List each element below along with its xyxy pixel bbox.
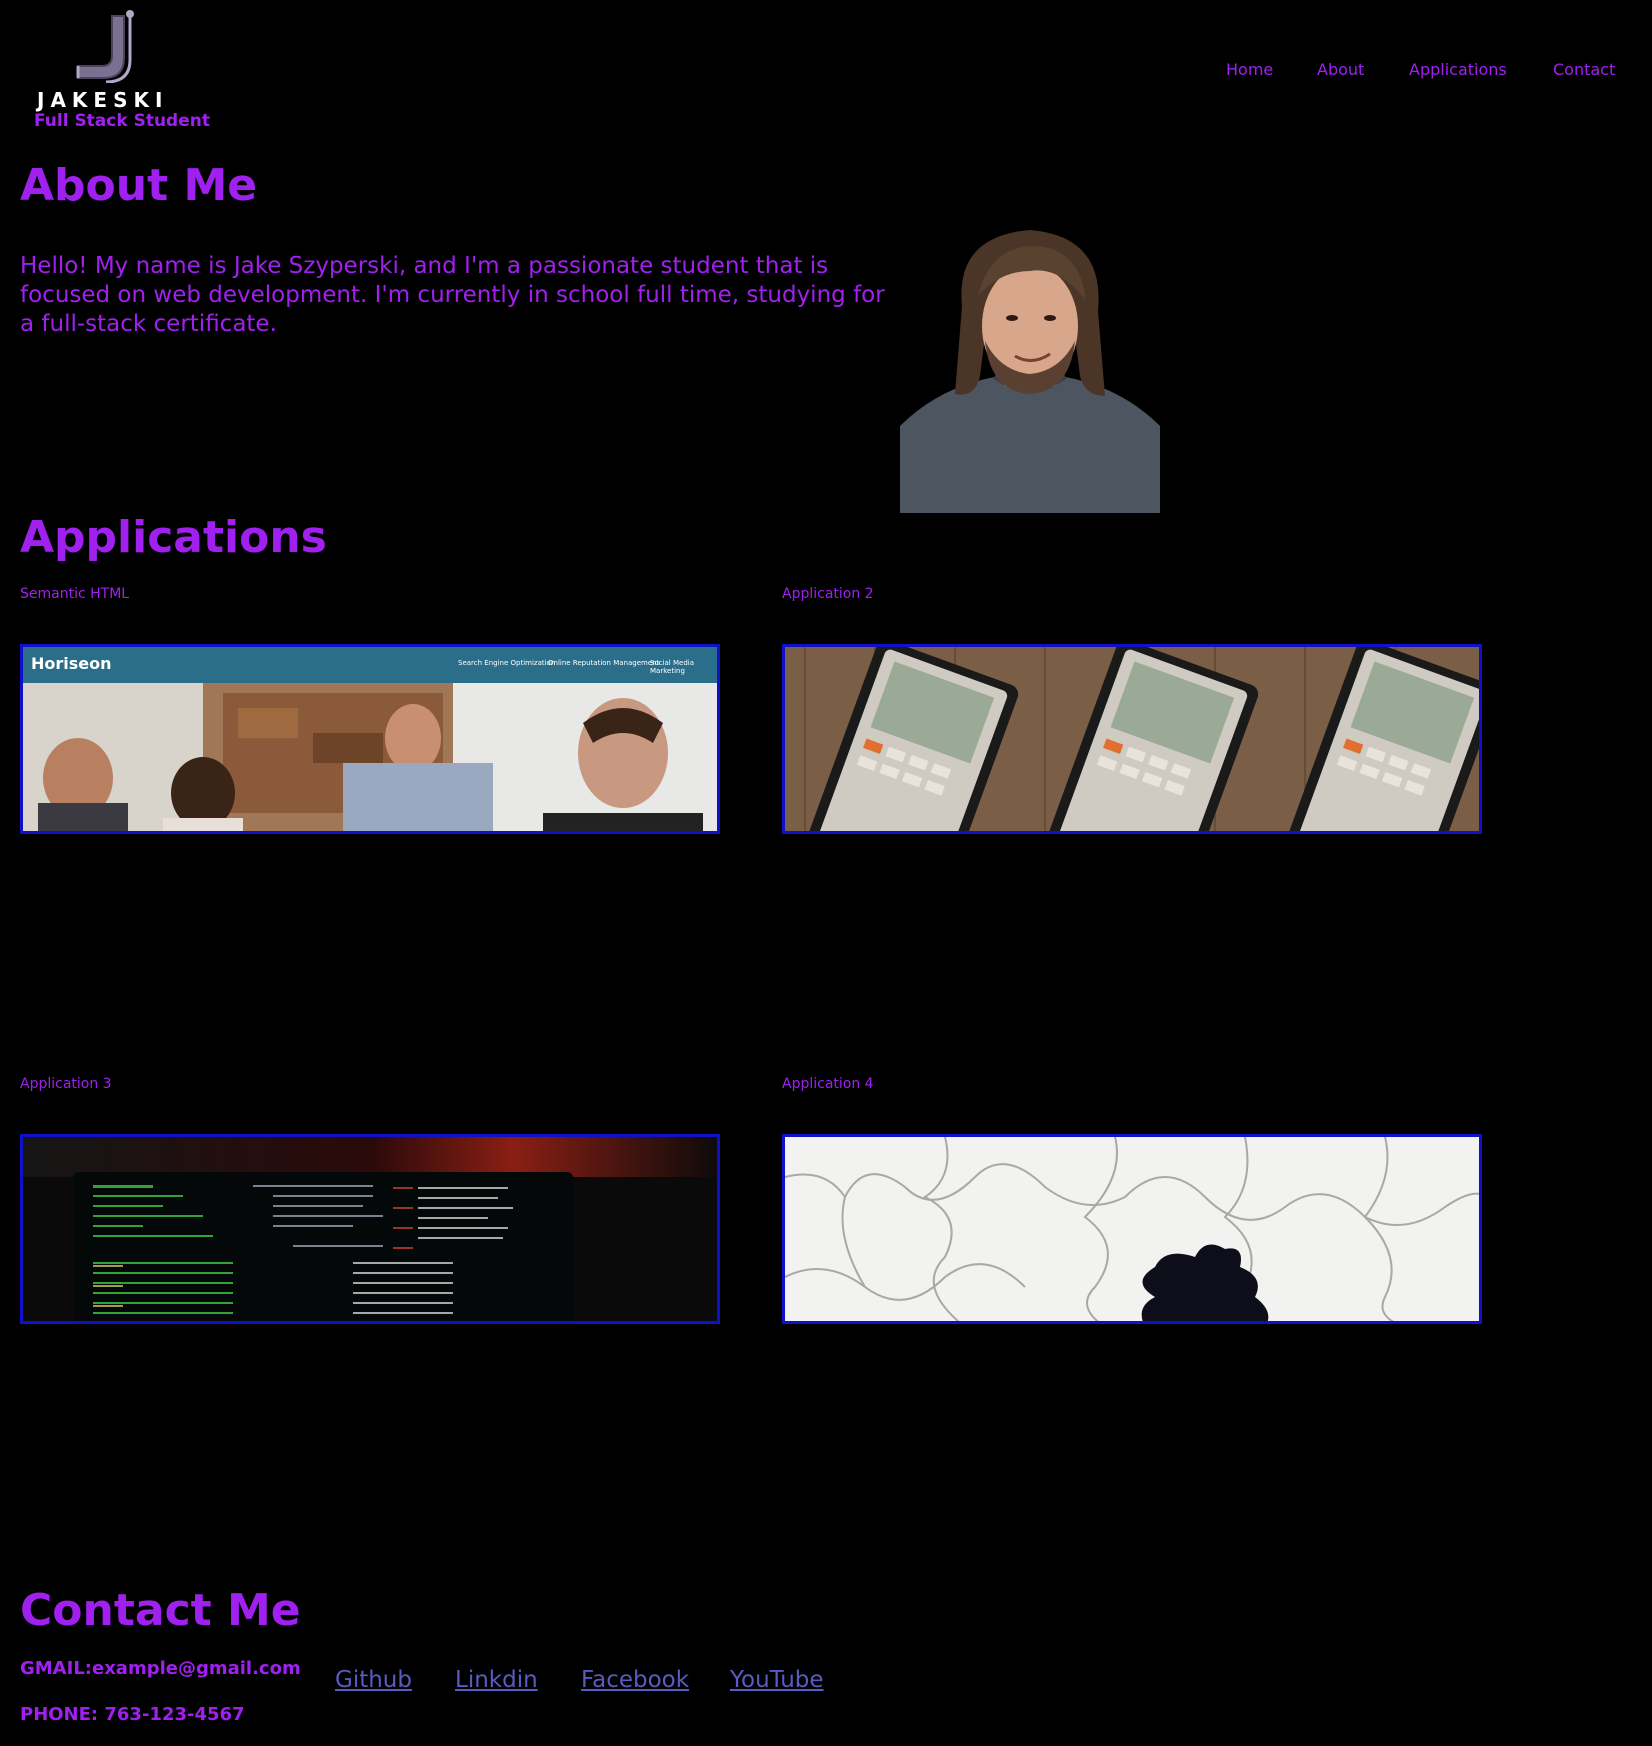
nav-about[interactable]: About	[1317, 60, 1364, 79]
facebook-link[interactable]: Facebook	[581, 1667, 689, 1693]
horiseon-header-bar: Horiseon Search Engine Optimization Onli…	[23, 647, 717, 683]
youtube-link[interactable]: YouTube	[730, 1667, 824, 1693]
about-text: Hello! My name is Jake Szyperski, and I'…	[20, 253, 885, 337]
nav-contact[interactable]: Contact	[1553, 60, 1615, 79]
app-image-calculators[interactable]	[782, 644, 1482, 834]
horiseon-nav-1: Search Engine Optimization	[458, 659, 556, 667]
linkedin-link[interactable]: Linkdin	[455, 1667, 538, 1693]
main-nav: Home About Applications Contact	[0, 60, 1652, 84]
horiseon-nav-2: Online Reputation Management	[548, 659, 660, 667]
nav-applications[interactable]: Applications	[1409, 60, 1507, 79]
app-image-puzzle[interactable]	[782, 1134, 1482, 1324]
app-title-4[interactable]: Application 4	[782, 1076, 874, 1092]
contact-gmail[interactable]: GMAIL:example@gmail.com	[20, 1658, 301, 1679]
page: JAKESKI Full Stack Student Home About Ap…	[0, 0, 1652, 1746]
horiseon-brand: Horiseon	[31, 654, 112, 673]
logo-subtitle: Full Stack Student	[34, 111, 210, 131]
app-title-3[interactable]: Application 3	[20, 1076, 112, 1092]
app-title-2[interactable]: Application 2	[782, 586, 874, 602]
nav-home[interactable]: Home	[1226, 60, 1273, 79]
profile-photo	[900, 226, 1160, 513]
app-image-terminal[interactable]	[20, 1134, 720, 1324]
horiseon-nav-3: Social Media Marketing	[650, 659, 695, 675]
contact-title: Contact Me	[20, 1585, 301, 1636]
github-link[interactable]: Github	[335, 1667, 412, 1693]
contact-phone[interactable]: PHONE: 763-123-4567	[20, 1704, 245, 1725]
app-image-horiseon[interactable]: Horiseon Search Engine Optimization Onli…	[20, 644, 720, 834]
logo-wordmark: JAKESKI	[37, 88, 169, 112]
about-title: About Me	[20, 160, 258, 211]
applications-title: Applications	[20, 512, 327, 563]
app-title-1[interactable]: Semantic HTML	[20, 586, 129, 602]
